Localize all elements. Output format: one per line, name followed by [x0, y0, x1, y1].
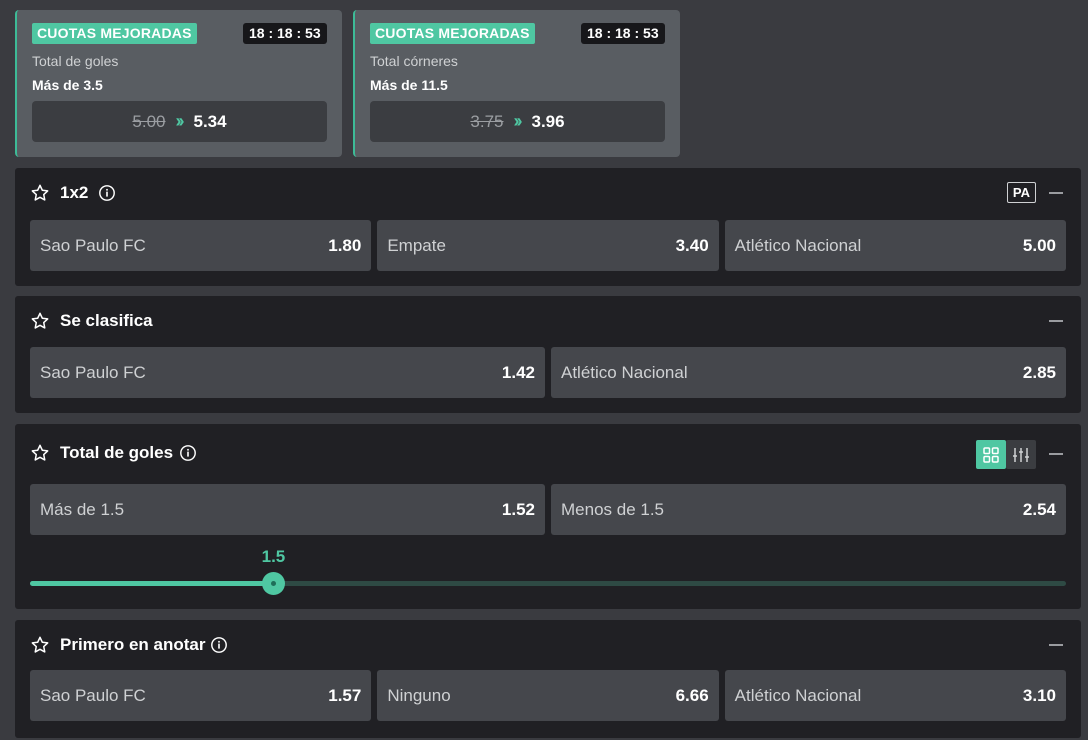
- info-icon[interactable]: [98, 184, 116, 202]
- market-1x2: 1x2 PA Sao Paulo FC 1.80 Empate 3.40 Atl…: [15, 168, 1081, 286]
- selections-row: Sao Paulo FC 1.80 Empate 3.40 Atlético N…: [30, 220, 1066, 271]
- selection-name: Atlético Nacional: [734, 685, 862, 705]
- market-header[interactable]: Se clasifica: [15, 296, 1081, 346]
- old-odd: 3.75: [470, 111, 504, 131]
- new-odd: 3.96: [531, 111, 565, 131]
- match-markets-page: CUOTAS MEJORADAS 18 : 18 : 53 Total de g…: [0, 0, 1088, 740]
- countdown-timer: 18 : 18 : 53: [243, 23, 327, 44]
- market-se-clasifica: Se clasifica Sao Paulo FC 1.42 Atlético …: [15, 296, 1081, 413]
- boost-selection-name: Más de 11.5: [370, 77, 448, 93]
- odds-button[interactable]: Atlético Nacional 3.10: [724, 670, 1066, 721]
- info-icon[interactable]: [210, 636, 228, 654]
- collapse-icon[interactable]: [1049, 644, 1063, 646]
- selection-name: Atlético Nacional: [561, 362, 688, 382]
- selections-row: Más de 1.5 1.52 Menos de 1.5 2.54: [30, 484, 1066, 535]
- selection-name: Sao Paulo FC: [40, 235, 146, 255]
- line-slider-fill: [30, 581, 274, 586]
- selection-name: Menos de 1.5: [561, 499, 665, 519]
- collapse-icon[interactable]: [1049, 320, 1063, 322]
- market-header[interactable]: 1x2 PA: [15, 168, 1081, 218]
- boost-market-name: Total de goles: [32, 53, 119, 69]
- boost-odds-button[interactable]: 3.75 ›› 3.96: [370, 101, 665, 142]
- view-toggle: [976, 440, 1036, 469]
- collapse-icon[interactable]: [1049, 453, 1063, 455]
- star-icon[interactable]: [30, 183, 50, 203]
- selection-odd: 2.54: [1022, 499, 1056, 519]
- boost-selection-name: Más de 3.5: [32, 77, 103, 93]
- selection-odd: 1.52: [501, 499, 535, 519]
- pa-badge[interactable]: PA: [1006, 182, 1036, 203]
- selection-odd: 3.10: [1022, 685, 1056, 705]
- selection-odd: 5.00: [1022, 235, 1056, 255]
- selection-odd: 3.40: [675, 235, 709, 255]
- line-slider-handle[interactable]: [262, 572, 286, 595]
- selection-name: Empate: [387, 235, 446, 255]
- selection-name: Sao Paulo FC: [40, 362, 146, 382]
- selection-name: Más de 1.5: [40, 499, 125, 519]
- slider-view-button[interactable]: [1006, 440, 1036, 469]
- star-icon[interactable]: [30, 311, 50, 331]
- odds-button[interactable]: Menos de 1.5 2.54: [551, 484, 1066, 535]
- boosted-odds-card[interactable]: CUOTAS MEJORADAS 18 : 18 : 53 Total de g…: [15, 10, 342, 157]
- selection-odd: 1.80: [328, 235, 362, 255]
- odds-button[interactable]: Atlético Nacional 2.85: [551, 347, 1066, 398]
- double-chevron-right-icon: ››: [175, 111, 185, 131]
- market-title: Se clasifica: [60, 311, 153, 330]
- line-value-label: 1.5: [261, 547, 286, 566]
- market-header[interactable]: Primero en anotar: [15, 620, 1081, 670]
- market-total-de-goles: Total de goles Más de 1.5 1.52 Menos de …: [15, 424, 1081, 609]
- boosted-odds-card[interactable]: CUOTAS MEJORADAS 18 : 18 : 53 Total córn…: [353, 10, 680, 157]
- selection-odd: 6.66: [675, 685, 709, 705]
- boosted-odds-badge: CUOTAS MEJORADAS: [370, 23, 535, 44]
- odds-button[interactable]: Atlético Nacional 5.00: [724, 220, 1066, 271]
- odds-button[interactable]: Sao Paulo FC 1.57: [30, 670, 372, 721]
- market-title: Total de goles: [60, 443, 174, 462]
- double-chevron-right-icon: ››: [513, 111, 523, 131]
- line-slider-track[interactable]: [30, 572, 1066, 595]
- selection-name: Ninguno: [387, 685, 451, 705]
- selection-odd: 1.42: [501, 362, 535, 382]
- selection-name: Atlético Nacional: [734, 235, 862, 255]
- boosted-odds-badge: CUOTAS MEJORADAS: [32, 23, 197, 44]
- odds-button[interactable]: Más de 1.5 1.52: [30, 484, 545, 535]
- odds-button[interactable]: Sao Paulo FC 1.42: [30, 347, 545, 398]
- selections-row: Sao Paulo FC 1.57 Ninguno 6.66 Atlético …: [30, 670, 1066, 721]
- sliders-icon: [1013, 447, 1029, 462]
- grid-icon: [983, 446, 999, 463]
- info-icon[interactable]: [179, 444, 197, 462]
- selections-row: Sao Paulo FC 1.42 Atlético Nacional 2.85: [30, 347, 1066, 398]
- countdown-timer: 18 : 18 : 53: [581, 23, 665, 44]
- grid-view-button[interactable]: [976, 440, 1006, 469]
- new-odd: 5.34: [193, 111, 227, 131]
- star-icon[interactable]: [30, 635, 50, 655]
- market-header[interactable]: Total de goles: [15, 424, 1081, 474]
- collapse-icon[interactable]: [1049, 192, 1063, 194]
- market-primero-en-anotar: Primero en anotar Sao Paulo FC 1.57 Ning…: [15, 620, 1081, 738]
- selection-odd: 1.57: [328, 685, 362, 705]
- odds-button[interactable]: Ninguno 6.66: [377, 670, 719, 721]
- boost-market-name: Total córneres: [370, 53, 458, 69]
- odds-button[interactable]: Sao Paulo FC 1.80: [30, 220, 372, 271]
- market-title: 1x2: [60, 183, 89, 202]
- market-title: Primero en anotar: [60, 635, 206, 654]
- boost-odds-button[interactable]: 5.00 ›› 5.34: [32, 101, 327, 142]
- selection-name: Sao Paulo FC: [40, 685, 146, 705]
- odds-button[interactable]: Empate 3.40: [377, 220, 719, 271]
- star-icon[interactable]: [30, 443, 50, 463]
- old-odd: 5.00: [132, 111, 166, 131]
- selection-odd: 2.85: [1022, 362, 1056, 382]
